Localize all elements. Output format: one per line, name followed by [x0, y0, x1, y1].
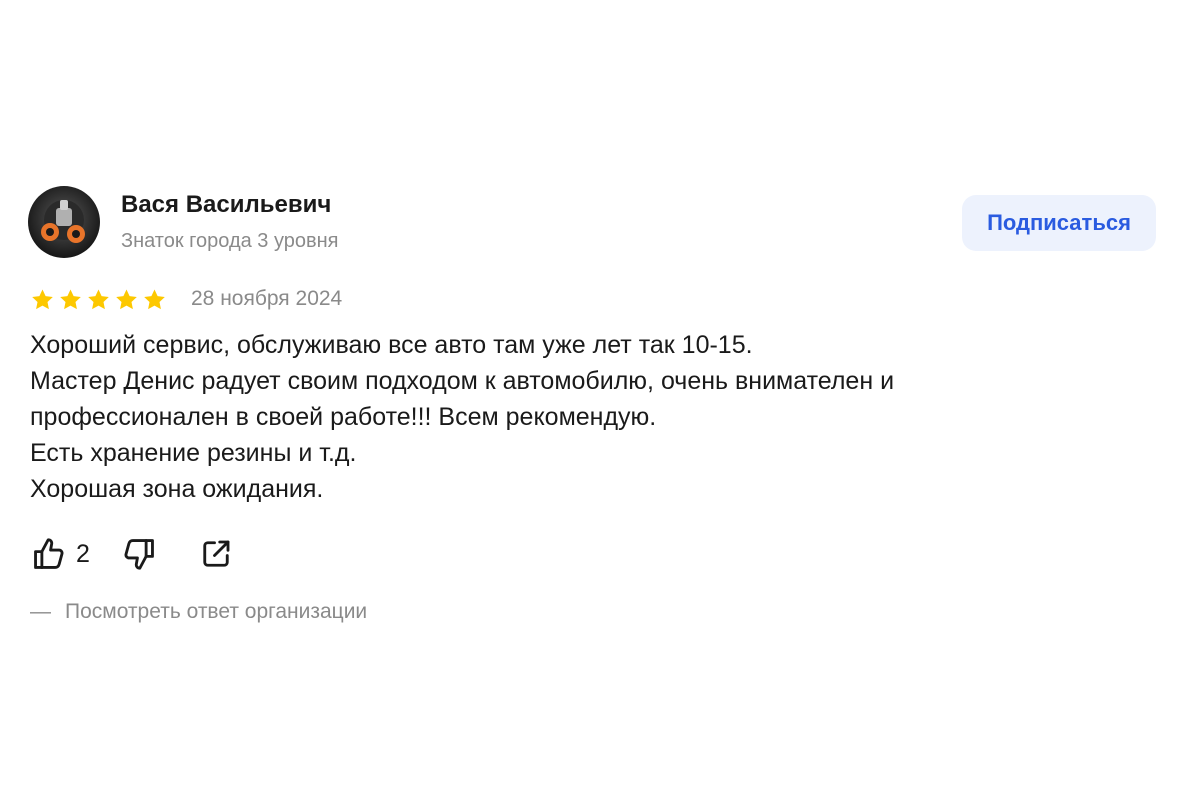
review-text: Хороший сервис, обслуживаю все авто там … — [30, 327, 1150, 507]
author-name[interactable]: Вася Васильевич — [121, 191, 331, 219]
dash-separator: — — [30, 600, 51, 623]
subscribe-button[interactable]: Подписаться — [962, 195, 1156, 251]
share-icon — [203, 540, 230, 567]
star-icon — [88, 289, 109, 310]
org-reply-label: Посмотреть ответ организации — [65, 600, 368, 623]
review-text-line: Мастер Денис радует своим подходом к авт… — [30, 367, 895, 395]
like-count: 2 — [76, 539, 90, 568]
star-icon — [32, 289, 53, 310]
thumbs-down-icon — [124, 539, 154, 570]
star-icon — [144, 289, 165, 310]
review-text-line: Есть хранение резины и т.д. — [30, 439, 357, 467]
dislike-button[interactable] — [120, 535, 158, 573]
review-text-line: профессионален в своей работе!!! Всем ре… — [30, 403, 657, 431]
view-org-reply-link[interactable]: — Посмотреть ответ организации — [30, 600, 367, 624]
author-level: Знаток города 3 уровня — [121, 230, 339, 252]
thumbs-up-icon — [34, 538, 64, 569]
review-card: Вася Васильевич Знаток города 3 уровня П… — [0, 0, 1200, 800]
review-text-line: Хорошая зона ожидания. — [30, 475, 324, 503]
like-button[interactable]: 2 — [30, 535, 90, 573]
review-actions: 2 — [30, 534, 234, 574]
avatar[interactable] — [28, 186, 100, 258]
star-icon — [116, 289, 137, 310]
star-rating — [30, 288, 167, 312]
star-icon — [60, 289, 81, 310]
avatar-photo — [28, 186, 100, 258]
share-button[interactable] — [198, 536, 234, 572]
review-date: 28 ноября 2024 — [191, 287, 343, 310]
review-text-line: Хороший сервис, обслуживаю все авто там … — [30, 331, 753, 359]
